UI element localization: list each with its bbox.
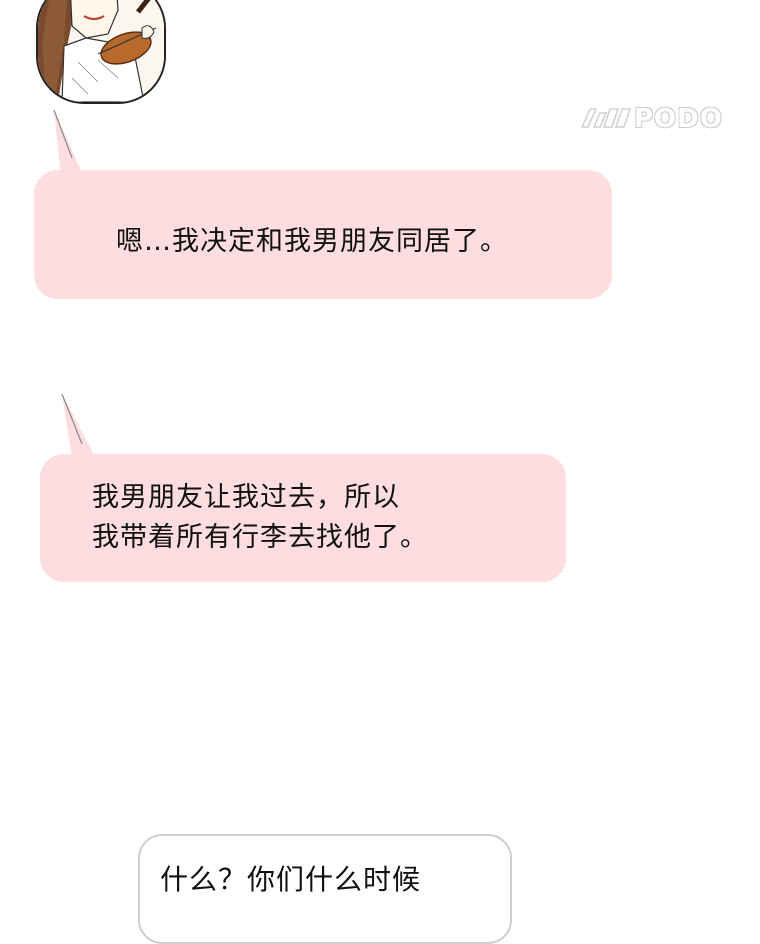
speech-bubble-3: 什么？你们什么时候 — [138, 834, 512, 944]
bubble-2-line-2: 我带着所有行李去找他了。 — [92, 522, 428, 553]
woman-with-violin-icon — [38, 0, 164, 102]
watermark-text: PODO — [634, 104, 723, 134]
bubble-1-text: 嗯…我决定和我男朋友同居了。 — [116, 226, 508, 257]
kakao-page-logo-icon — [580, 108, 632, 128]
bubble-3-text: 什么？你们什么时候 — [160, 863, 422, 896]
podo-watermark: PODO — [578, 104, 723, 134]
speech-bubble-2: 我男朋友让我过去，所以 我带着所有行李去找他了。 — [40, 454, 566, 582]
character-avatar — [36, 0, 166, 104]
bubble-2-line-1: 我男朋友让我过去，所以 — [92, 482, 400, 513]
speech-bubble-1: 嗯…我决定和我男朋友同居了。 — [34, 170, 612, 299]
